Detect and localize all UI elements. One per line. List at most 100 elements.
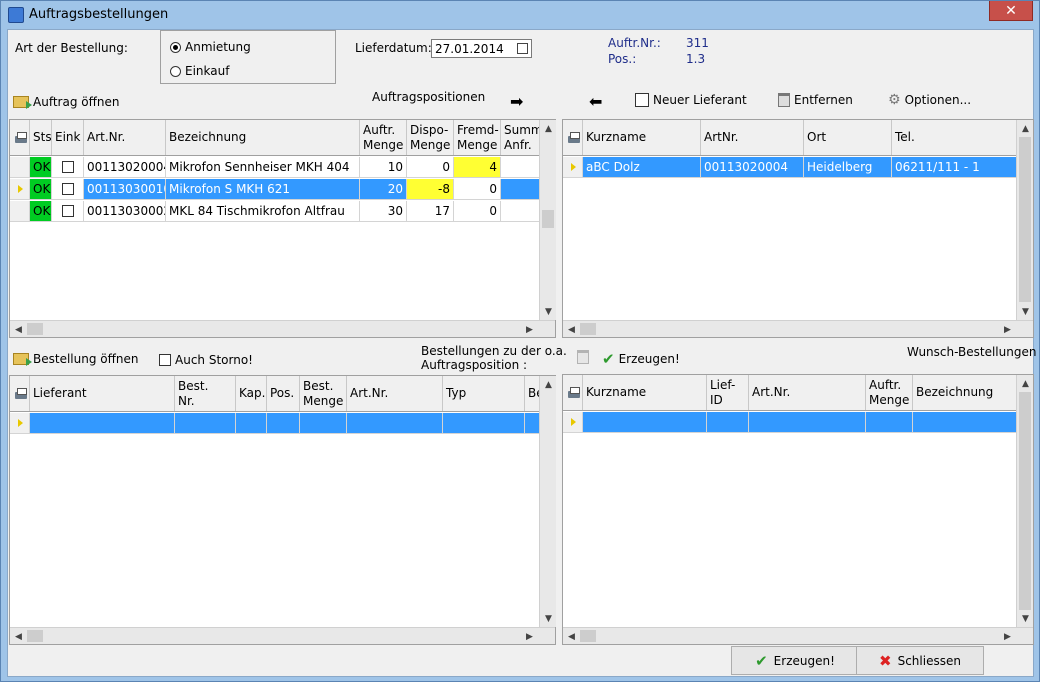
col-fremd-menge[interactable]: Fremd- Menge bbox=[454, 120, 501, 155]
table-row-selected[interactable]: aBC Dolz 00113020004 Heidelberg 06211/11… bbox=[563, 157, 1017, 178]
eink-checkbox[interactable] bbox=[61, 161, 74, 173]
radio-einkauf[interactable]: Einkauf bbox=[170, 64, 229, 78]
entfernen-button[interactable]: Entfernen bbox=[778, 93, 853, 107]
optionen-button[interactable]: ⚙ Optionen... bbox=[888, 92, 971, 108]
radio-anmietung-dot[interactable] bbox=[170, 41, 181, 53]
scroll-thumb[interactable] bbox=[580, 323, 596, 335]
col-eink[interactable]: Eink bbox=[52, 120, 84, 155]
col-artnr[interactable]: Art.Nr. bbox=[84, 120, 166, 155]
print-icon[interactable] bbox=[10, 120, 30, 155]
scroll-right-icon[interactable]: ▶ bbox=[999, 321, 1016, 338]
scroll-thumb[interactable] bbox=[580, 630, 596, 642]
col-be[interactable]: Be bbox=[525, 376, 540, 411]
scroll-left-icon[interactable]: ◀ bbox=[563, 628, 580, 645]
scroll-thumb[interactable] bbox=[27, 323, 43, 335]
col-auftr-menge[interactable]: Auftr. Menge bbox=[360, 120, 407, 155]
table-row[interactable]: OK 00113030002 MKL 84 Tischmikrofon Altf… bbox=[10, 201, 540, 222]
bestellung-oeffnen-button[interactable]: Bestellung öffnen bbox=[13, 352, 138, 366]
scroll-up-icon[interactable]: ▲ bbox=[540, 376, 557, 393]
scroll-right-icon[interactable]: ▶ bbox=[521, 321, 538, 338]
col-lieferant[interactable]: Lieferant bbox=[30, 376, 175, 411]
print-icon[interactable] bbox=[563, 375, 583, 410]
cell-auftr-menge: 20 bbox=[360, 179, 407, 199]
trash-icon bbox=[778, 93, 790, 107]
col-artnr[interactable]: Art.Nr. bbox=[347, 376, 443, 411]
scroll-thumb[interactable] bbox=[1019, 392, 1031, 610]
horizontal-scrollbar[interactable]: ◀ ▶ bbox=[563, 320, 1033, 337]
col-best-nr[interactable]: Best. Nr. bbox=[175, 376, 236, 411]
cell-auftr-menge: 30 bbox=[360, 201, 407, 221]
col-summ-anfr[interactable]: Summ Anfr. bbox=[501, 120, 540, 155]
arrow-right-icon[interactable]: ➡ bbox=[510, 92, 523, 111]
eink-checkbox[interactable] bbox=[61, 183, 74, 195]
vertical-scrollbar[interactable]: ▲ ▼ bbox=[539, 376, 556, 627]
col-bezeichnung[interactable]: Bezeichnung bbox=[166, 120, 360, 155]
table-row-selected[interactable]: OK 00113030010 Mikrofon S MKH 621 20 -8 … bbox=[10, 179, 540, 200]
table-row[interactable]: OK 00113020004 Mikrofon Sennheiser MKH 4… bbox=[10, 157, 540, 178]
scroll-right-icon[interactable]: ▶ bbox=[521, 628, 538, 645]
col-auftr-menge[interactable]: Auftr. Menge bbox=[866, 375, 913, 410]
auch-storno-checkbox[interactable]: Auch Storno! bbox=[159, 353, 253, 367]
bestellung-oeffnen-label: Bestellung öffnen bbox=[33, 352, 139, 366]
eink-checkbox-cell[interactable] bbox=[52, 201, 84, 221]
checkmark-icon: ✔ bbox=[755, 651, 768, 670]
col-typ[interactable]: Typ bbox=[443, 376, 525, 411]
erzeugen-toolbar-button[interactable]: ✔ Erzeugen! bbox=[602, 350, 680, 368]
neuer-lieferant-checkbox[interactable]: Neuer Lieferant bbox=[635, 93, 747, 107]
eink-checkbox-cell[interactable] bbox=[52, 157, 84, 177]
col-bezeichnung[interactable]: Bezeichnung bbox=[913, 375, 1017, 410]
scroll-down-icon[interactable]: ▼ bbox=[540, 610, 557, 627]
auftrag-oeffnen-button[interactable]: Auftrag öffnen bbox=[13, 95, 119, 109]
scroll-left-icon[interactable]: ◀ bbox=[10, 628, 27, 645]
col-artnr[interactable]: Art.Nr. bbox=[749, 375, 866, 410]
lieferdatum-field[interactable]: 27.01.2014 bbox=[431, 39, 532, 58]
scroll-thumb[interactable] bbox=[27, 630, 43, 642]
col-artnr[interactable]: ArtNr. bbox=[701, 120, 804, 155]
print-icon[interactable] bbox=[563, 120, 583, 155]
arrow-left-icon[interactable]: ⬅ bbox=[589, 92, 602, 111]
scroll-left-icon[interactable]: ◀ bbox=[10, 321, 27, 338]
scroll-up-icon[interactable]: ▲ bbox=[540, 120, 557, 137]
trash-icon[interactable] bbox=[577, 350, 589, 364]
calendar-icon[interactable] bbox=[517, 43, 528, 54]
vertical-scrollbar[interactable]: ▲ ▼ bbox=[1016, 120, 1033, 320]
table-row-selected[interactable] bbox=[10, 413, 540, 434]
close-button[interactable]: ✕ bbox=[989, 1, 1033, 21]
erzeugen-button[interactable]: ✔ Erzeugen! bbox=[731, 646, 859, 675]
radio-einkauf-dot[interactable] bbox=[170, 65, 181, 77]
col-tel[interactable]: Tel. bbox=[892, 120, 1017, 155]
scroll-left-icon[interactable]: ◀ bbox=[563, 321, 580, 338]
scroll-down-icon[interactable]: ▼ bbox=[1017, 610, 1034, 627]
col-ort[interactable]: Ort bbox=[804, 120, 892, 155]
eink-checkbox[interactable] bbox=[61, 205, 74, 217]
neuer-lieferant-box[interactable] bbox=[635, 93, 649, 107]
scroll-up-icon[interactable]: ▲ bbox=[1017, 120, 1034, 137]
col-kap[interactable]: Kap. bbox=[236, 376, 267, 411]
auch-storno-box[interactable] bbox=[159, 354, 171, 366]
vertical-scrollbar[interactable]: ▲ ▼ bbox=[539, 120, 556, 320]
auftragspositionen-title: Auftragspositionen bbox=[372, 90, 486, 104]
cell-dispo-menge: -8 bbox=[407, 179, 454, 199]
col-lief-id[interactable]: Lief-ID bbox=[707, 375, 749, 410]
print-icon[interactable] bbox=[10, 376, 30, 411]
col-pos[interactable]: Pos. bbox=[267, 376, 300, 411]
horizontal-scrollbar[interactable]: ◀ ▶ bbox=[563, 627, 1033, 644]
col-best-menge[interactable]: Best. Menge bbox=[300, 376, 347, 411]
scroll-thumb[interactable] bbox=[1019, 137, 1031, 302]
col-kurzname[interactable]: Kurzname bbox=[583, 375, 707, 410]
table-row-selected[interactable] bbox=[563, 412, 1017, 433]
horizontal-scrollbar[interactable]: ◀ ▶ bbox=[10, 320, 555, 337]
scroll-up-icon[interactable]: ▲ bbox=[1017, 375, 1034, 392]
horizontal-scrollbar[interactable]: ◀ ▶ bbox=[10, 627, 555, 644]
col-dispo-menge[interactable]: Dispo- Menge bbox=[407, 120, 454, 155]
col-kurzname[interactable]: Kurzname bbox=[583, 120, 701, 155]
scroll-right-icon[interactable]: ▶ bbox=[999, 628, 1016, 645]
scroll-down-icon[interactable]: ▼ bbox=[540, 303, 557, 320]
col-sts[interactable]: Sts bbox=[30, 120, 52, 155]
radio-anmietung[interactable]: Anmietung bbox=[170, 40, 251, 54]
schliessen-button[interactable]: ✖ Schliessen bbox=[856, 646, 984, 675]
scroll-down-icon[interactable]: ▼ bbox=[1017, 303, 1034, 320]
scroll-thumb[interactable] bbox=[542, 210, 554, 228]
eink-checkbox-cell[interactable] bbox=[52, 179, 84, 199]
vertical-scrollbar[interactable]: ▲ ▼ bbox=[1016, 375, 1033, 627]
